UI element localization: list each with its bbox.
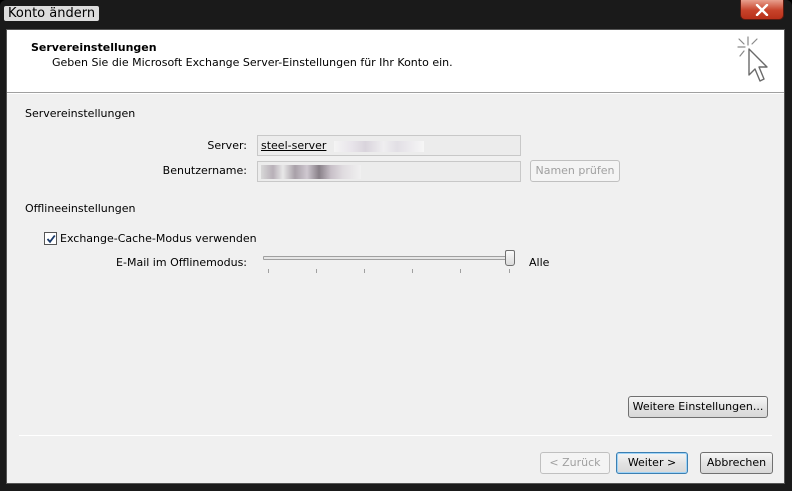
footer-separator	[19, 435, 772, 436]
slider-tick	[460, 269, 461, 273]
window-title: Konto ändern	[4, 6, 100, 21]
dialog-body: Servereinstellungen Geben Sie die Micros…	[6, 29, 785, 484]
slider-tick	[509, 269, 510, 273]
dialog-window: Konto ändern Servereinstellungen Geben S…	[0, 0, 792, 491]
close-button[interactable]	[740, 0, 784, 20]
cache-mode-label[interactable]: Exchange-Cache-Modus verwenden	[60, 232, 257, 245]
header-subtitle: Geben Sie die Microsoft Exchange Server-…	[52, 56, 453, 69]
offline-mail-label: E-Mail im Offlinemodus:	[116, 256, 247, 269]
checkmark-icon	[46, 234, 56, 244]
slider-thumb[interactable]	[505, 250, 515, 266]
cursor-sparkle-icon	[737, 36, 768, 82]
server-label: Server:	[207, 139, 247, 152]
offline-mail-slider[interactable]	[263, 250, 515, 276]
slider-tick	[412, 269, 413, 273]
username-field[interactable]	[257, 161, 521, 182]
dialog-header: Servereinstellungen Geben Sie die Micros…	[7, 30, 784, 93]
offline-section-label: Offlineeinstellungen	[25, 202, 136, 215]
server-field[interactable]: steel-server	[257, 135, 521, 156]
slider-tick	[268, 269, 269, 273]
back-button[interactable]: < Zurück	[540, 452, 610, 474]
redacted-text	[333, 140, 424, 152]
next-button[interactable]: Weiter >	[616, 452, 688, 474]
slider-tick	[316, 269, 317, 273]
cancel-button[interactable]: Abbrechen	[700, 452, 773, 474]
header-title: Servereinstellungen	[31, 41, 157, 54]
cache-mode-checkbox[interactable]	[44, 232, 57, 245]
title-bar[interactable]: Konto ändern	[0, 0, 792, 28]
server-value: steel-server	[261, 139, 327, 152]
server-section-label: Servereinstellungen	[25, 107, 136, 120]
username-label: Benutzername:	[162, 164, 247, 177]
header-separator	[7, 93, 784, 94]
slider-tick	[364, 269, 365, 273]
more-settings-button[interactable]: Weitere Einstellungen...	[628, 396, 768, 418]
redacted-text	[261, 165, 361, 179]
close-icon	[755, 3, 769, 16]
slider-track	[263, 256, 515, 260]
offline-mail-value: Alle	[529, 256, 550, 269]
check-names-button[interactable]: Namen prüfen	[530, 160, 620, 182]
